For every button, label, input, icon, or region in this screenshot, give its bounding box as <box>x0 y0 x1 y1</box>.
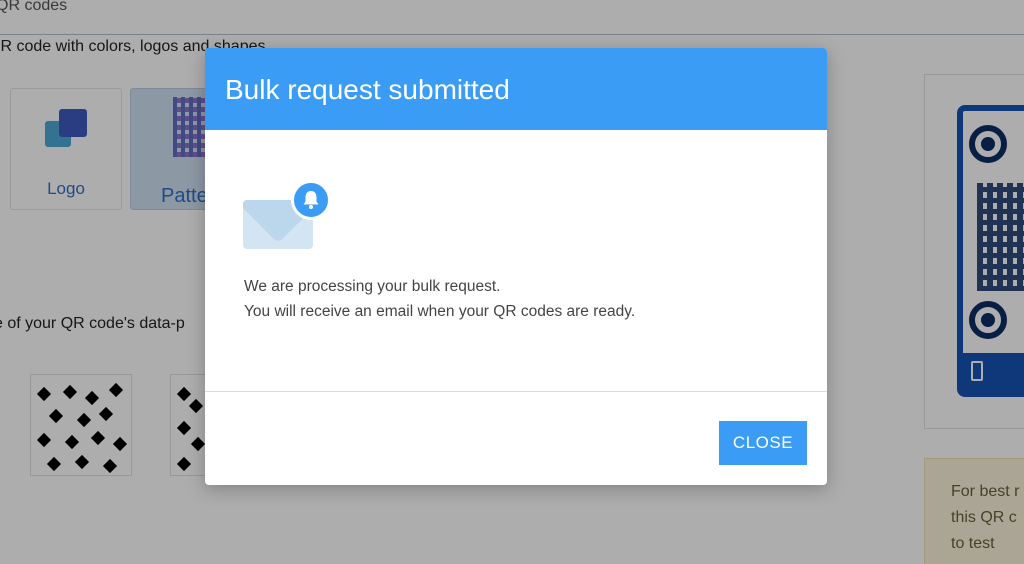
dialog-message-line-2: You will receive an email when your QR c… <box>244 303 636 320</box>
bulk-request-dialog: Bulk request submitted We are processing… <box>205 48 827 485</box>
close-button[interactable]: CLOSE <box>719 421 807 465</box>
bell-icon <box>291 180 331 220</box>
dialog-title: Bulk request submitted <box>225 74 510 105</box>
dialog-footer-divider <box>205 391 827 392</box>
notification-illustration <box>243 180 333 252</box>
dialog-message-line-1: We are processing your bulk request. <box>244 278 501 295</box>
dialog-header: Bulk request submitted <box>205 48 827 130</box>
